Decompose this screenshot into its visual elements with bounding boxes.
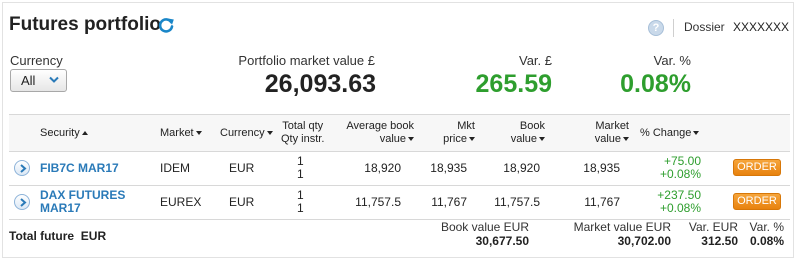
col-average-book-value[interactable]: Average book value — [339, 120, 414, 146]
col-average-book-label: Average book — [346, 120, 414, 132]
chevron-right-icon — [20, 198, 27, 207]
order-button[interactable]: ORDER — [733, 193, 781, 210]
market-value-cell: 18,935 — [583, 161, 620, 175]
col-book-value-label-2: value — [510, 133, 537, 145]
refresh-icon[interactable] — [157, 16, 175, 34]
col-total-qty-label: Total qty — [282, 120, 324, 132]
currency-select[interactable]: All — [10, 69, 67, 92]
sort-down-icon — [408, 137, 414, 142]
variation-percent-label: Var. % — [653, 53, 691, 68]
order-button[interactable]: ORDER — [733, 159, 781, 176]
page-title: Futures portfolio — [9, 14, 161, 35]
currency-label: Currency — [10, 53, 63, 68]
table-row: DAX FUTURES MAR17 EUREX EUR 1 1 11,757.5… — [9, 186, 790, 220]
total-var-value: 312.50 — [701, 234, 738, 248]
average-book-value-cell: 11,757.5 — [355, 195, 401, 209]
table-header: Security Market Currency Total qty Qty i… — [9, 114, 790, 152]
col-security[interactable]: Security — [40, 127, 88, 140]
variation-percent-value: 0.08% — [620, 70, 691, 98]
col-total-qty: Total qty Qty instr. — [281, 120, 324, 146]
col-mkt-price[interactable]: Mkt price — [429, 120, 475, 146]
total-market-value: 30,702.00 — [617, 234, 671, 248]
qty-instr-cell: 1 — [297, 201, 304, 215]
total-book-value: 30,677.50 — [475, 234, 529, 248]
col-book-value[interactable]: Book value — [499, 120, 545, 146]
sort-down-icon — [266, 131, 273, 136]
variation-value: 265.59 — [475, 70, 552, 98]
sort-down-icon — [469, 137, 475, 142]
sort-down-icon — [693, 131, 700, 136]
total-label-text: Total future — [9, 229, 75, 243]
mkt-price-cell: 18,935 — [430, 161, 467, 175]
col-book-value-label: Book — [519, 120, 545, 132]
col-market-value-label-2: value — [594, 133, 621, 145]
expand-row-button[interactable] — [14, 160, 30, 176]
col-market-value-label: Market — [595, 120, 629, 132]
average-book-value-cell: 18,920 — [364, 161, 401, 175]
col-market-value[interactable]: Market value — [579, 120, 629, 146]
market-cell: EUREX — [160, 195, 202, 209]
variation-label: Var. £ — [518, 53, 552, 68]
sort-down-icon — [623, 137, 629, 142]
change-pct-cell: +0.08% — [659, 201, 701, 215]
currency-selected-value: All — [21, 73, 36, 88]
table-row: FIB7C MAR17 IDEM EUR 1 1 18,920 18,935 1… — [9, 152, 790, 186]
total-var-pct-value: 0.08% — [749, 234, 784, 248]
mkt-price-cell: 11,767 — [431, 195, 467, 209]
total-currency: EUR — [80, 229, 107, 243]
change-pct-cell: +0.08% — [659, 167, 701, 181]
col-market-label: Market — [160, 127, 194, 139]
total-future-label: Total future EUR — [9, 229, 106, 243]
col-average-book-label-2: value — [379, 133, 406, 145]
qty-instr-cell: 1 — [297, 167, 304, 181]
col-pct-change[interactable]: % Change — [640, 127, 700, 140]
col-mkt-price-label: Mkt — [457, 120, 475, 132]
col-currency[interactable]: Currency — [220, 127, 273, 140]
header-divider — [673, 19, 674, 37]
sort-down-icon — [539, 137, 545, 142]
market-cell: IDEM — [160, 161, 190, 175]
market-value-cell: 11,767 — [584, 195, 620, 209]
security-name: FIB7C MAR17 — [40, 161, 119, 175]
book-value-cell: 11,757.5 — [494, 195, 540, 209]
col-security-label: Security — [40, 127, 80, 139]
col-qty-instr-label: Qty instr. — [281, 133, 325, 145]
book-value-cell: 18,920 — [503, 161, 540, 175]
security-link[interactable]: FIB7C MAR17 — [40, 162, 119, 175]
help-icon[interactable]: ? — [648, 20, 664, 36]
col-mkt-price-label-2: price — [443, 133, 467, 145]
portfolio-market-value: 26,093.63 — [264, 70, 376, 98]
dossier-value: XXXXXXX — [733, 20, 790, 34]
total-market-value-label: Market value EUR — [573, 220, 671, 234]
security-name-line2: MAR17 — [40, 201, 81, 215]
chevron-right-icon — [20, 164, 27, 173]
totals-row: Total future EUR Book value EUR 30,677.5… — [9, 220, 790, 252]
portfolio-market-value-label: Portfolio market value £ — [238, 53, 375, 68]
chevron-down-icon — [49, 76, 59, 83]
total-var-label: Var. EUR — [688, 220, 738, 234]
dossier-label: Dossier — [684, 20, 725, 34]
col-market[interactable]: Market — [160, 127, 202, 140]
total-book-value-label: Book value EUR — [440, 220, 529, 234]
currency-cell: EUR — [229, 195, 255, 209]
currency-cell: EUR — [229, 161, 255, 175]
sort-up-icon — [81, 131, 88, 136]
security-link[interactable]: DAX FUTURES MAR17 — [40, 189, 125, 215]
total-var-pct-label: Var. % — [749, 220, 784, 234]
col-pct-change-label: % Change — [640, 127, 692, 139]
col-currency-label: Currency — [220, 127, 265, 139]
sort-down-icon — [195, 131, 202, 136]
expand-row-button[interactable] — [14, 194, 30, 210]
